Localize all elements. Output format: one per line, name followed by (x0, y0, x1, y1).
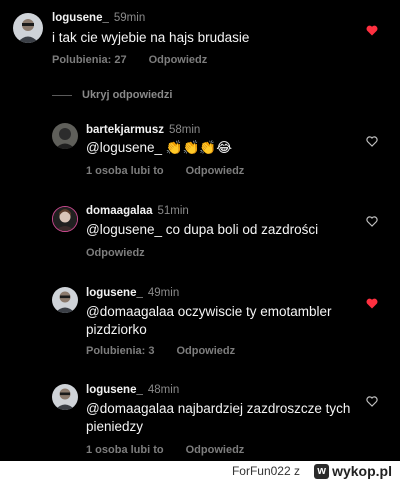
comment-time: 51min (157, 205, 189, 217)
hide-replies-label: Ukryj odpowiedzi (82, 89, 173, 101)
author-name: logusene_ (52, 12, 109, 24)
reply-comment: logusene_ 48min @domaagalaa najbardziej z… (0, 380, 400, 461)
avatar[interactable] (52, 287, 78, 313)
likes-count[interactable]: 1 osoba lubi to (86, 165, 164, 177)
comment-meta: Polubienia: 27 Odpowiedz (52, 54, 229, 66)
avatar[interactable] (52, 206, 78, 232)
wykop-brand: wykop.pl (332, 463, 392, 479)
comment-author[interactable]: domaagalaa 51min (86, 205, 189, 217)
avatar[interactable] (13, 13, 43, 43)
heart-filled-icon[interactable] (366, 25, 378, 36)
comment-text: @domaagalaa oczywiscie ty emotambler piz… (86, 304, 332, 337)
author-name: logusene_ (86, 384, 143, 396)
reply-comment: bartekjarmusz 58min @logusene_ 👏👏👏😂 1 oso… (0, 115, 400, 185)
hide-replies-toggle[interactable]: Ukryj odpowiedzi (52, 89, 172, 101)
comment-time: 59min (113, 12, 146, 24)
comment-text: i tak cie wyjebie na hajs brudasie (52, 30, 250, 45)
comment-text: @logusene_ 👏👏👏😂 (86, 140, 232, 155)
author-name: bartekjarmusz (86, 124, 164, 136)
author-name: domaagalaa (86, 205, 153, 217)
comment-meta: Polubienia: 3 Odpowiedz (86, 345, 257, 357)
comment-text: @domaagalaa najbardziej zazdroszcze tych… (86, 401, 351, 434)
comment-author[interactable]: logusene_ 59min (52, 12, 145, 24)
avatar[interactable] (52, 123, 78, 149)
comment-author[interactable]: bartekjarmusz 58min (86, 124, 200, 136)
comment-text: @logusene_ co dupa boli od zazdrości (86, 222, 319, 237)
top-comment: logusene_ 59min i tak cie wyjebie na hajs… (0, 0, 400, 80)
comment-author[interactable]: logusene_ 49min (86, 287, 179, 299)
watermark-credit: ForFun022 z (232, 464, 300, 478)
heart-outline-icon[interactable] (366, 396, 378, 407)
divider (52, 94, 72, 96)
reply-button[interactable]: Odpowiedz (86, 247, 145, 259)
watermark-bar: ForFun022 z w wykop.pl (0, 461, 400, 482)
reply-button[interactable]: Odpowiedz (176, 345, 235, 357)
likes-count[interactable]: 1 osoba lubi to (86, 444, 164, 456)
reply-comment: domaagalaa 51min @logusene_ co dupa boli … (0, 200, 400, 265)
reply-comment: logusene_ 49min @domaagalaa oczywiscie ty… (0, 283, 400, 368)
author-name: logusene_ (86, 287, 143, 299)
reply-button[interactable]: Odpowiedz (186, 444, 245, 456)
comment-time: 48min (147, 384, 180, 396)
reply-button[interactable]: Odpowiedz (149, 54, 208, 66)
wykop-logo: w wykop.pl (314, 463, 392, 479)
heart-filled-icon[interactable] (366, 298, 378, 309)
credit-separator: z (294, 464, 300, 478)
avatar[interactable] (52, 384, 78, 410)
heart-outline-icon[interactable] (366, 136, 378, 147)
comment-time: 49min (147, 287, 180, 299)
comments-screen: logusene_ 59min i tak cie wyjebie na hajs… (0, 0, 400, 461)
comment-meta: Odpowiedz (86, 247, 167, 259)
reply-button[interactable]: Odpowiedz (186, 165, 245, 177)
heart-outline-icon[interactable] (366, 216, 378, 227)
wykop-logo-icon: w (314, 463, 330, 479)
likes-count[interactable]: Polubienia: 3 (86, 345, 154, 357)
likes-count[interactable]: Polubienia: 27 (52, 54, 127, 66)
comment-time: 58min (168, 124, 201, 136)
credit-name: ForFun022 (231, 464, 291, 478)
comment-meta: 1 osoba lubi to Odpowiedz (86, 444, 266, 456)
comment-author[interactable]: logusene_ 48min (86, 384, 179, 396)
comment-meta: 1 osoba lubi to Odpowiedz (86, 165, 266, 177)
